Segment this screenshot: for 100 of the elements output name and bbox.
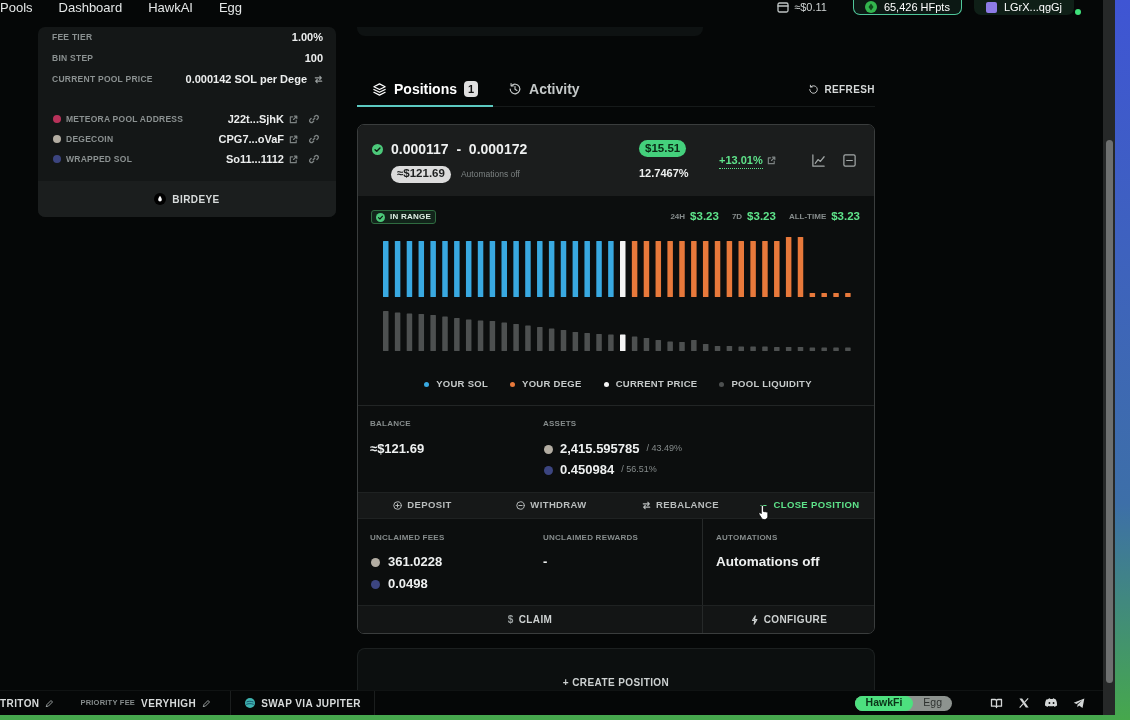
dollar-icon: $ <box>507 612 514 627</box>
action-button[interactable]: DEPOSIT <box>358 493 487 518</box>
earnings-label: 7D <box>731 211 743 223</box>
balance-value: ≈$121.69 <box>370 440 426 458</box>
minus-square-icon[interactable] <box>842 153 857 168</box>
refresh-button[interactable]: REFRESH <box>808 73 875 106</box>
earnings-value: $3.23 <box>831 209 860 225</box>
address-value: J22t...SjhK <box>227 111 284 127</box>
planet-icon <box>245 698 256 708</box>
mode-option[interactable]: Egg <box>913 695 952 711</box>
nav-link[interactable]: Dashboard <box>58 0 123 15</box>
price-range: 0.000117 - 0.000172 <box>391 139 528 159</box>
field-value: 1.00% <box>291 30 323 46</box>
coin-icon <box>864 1 877 13</box>
section-label: ASSETS <box>543 419 578 429</box>
current-price-bar <box>620 334 626 351</box>
earnings-value: $3.23 <box>690 209 719 225</box>
link-icon[interactable] <box>309 134 319 144</box>
create-position-button[interactable]: + CREATE POSITION <box>357 648 875 690</box>
points-badge[interactable]: 65,426 HFpts <box>852 0 962 15</box>
game-controller-icon[interactable] <box>1045 697 1058 709</box>
legend-label: CURRENT PRICE <box>615 376 698 391</box>
section-label: UNCLAIMED REWARDS <box>543 533 640 543</box>
pencil-icon[interactable] <box>202 698 212 708</box>
drop-icon <box>154 193 167 205</box>
section-label: AUTOMATIONS <box>716 533 779 543</box>
asset-amount: 2,415.595785 <box>560 440 640 459</box>
stack-icon <box>372 81 387 97</box>
paper-plane-icon[interactable] <box>1073 697 1085 709</box>
field-label: DEGECOIN <box>66 132 114 146</box>
field-label: METEORA POOL ADDRESS <box>66 112 184 126</box>
current-price-bar <box>620 241 626 297</box>
field-label: WRAPPED SOL <box>66 152 133 166</box>
refresh-icon <box>808 84 820 95</box>
wallet-button[interactable]: LGrX...qgGj <box>973 0 1074 15</box>
x-logo-icon[interactable] <box>1018 697 1030 709</box>
external-link-icon[interactable] <box>289 114 298 124</box>
earnings-label: ALL-TIME <box>788 211 827 223</box>
hand-cursor-icon <box>758 504 770 521</box>
asset-amount: 0.450984 <box>560 461 615 480</box>
nav-link[interactable]: Pools <box>0 0 33 15</box>
link-icon[interactable] <box>309 154 319 164</box>
tab[interactable]: Positions 1 <box>357 73 493 107</box>
swap-arrows-icon <box>641 501 651 510</box>
legend-label: POOL LIQUIDITY <box>731 376 812 391</box>
birdeye-button[interactable]: BIRDEYE <box>38 181 336 217</box>
priority-fee-value: VERYHIGH <box>141 696 197 711</box>
link-icon[interactable] <box>309 114 319 124</box>
check-circle-icon <box>376 212 385 222</box>
section-label: UNCLAIMED FEES <box>370 533 446 543</box>
plus-circle-icon <box>393 501 403 510</box>
nav-link[interactable]: Egg <box>218 0 243 15</box>
configure-button[interactable]: CONFIGURE <box>702 606 874 633</box>
field-label: FEE TIER <box>52 31 93 44</box>
apr-value: 12.7467% <box>639 165 689 181</box>
pnl-link[interactable]: +13.01% <box>719 151 763 170</box>
external-link-icon[interactable] <box>289 154 298 164</box>
nav-link[interactable]: HawkAI <box>148 0 193 15</box>
field-label: CURRENT POOL PRICE <box>52 73 153 86</box>
bolt-icon <box>749 614 759 625</box>
swap-button[interactable]: SWAP VIA JUPITER <box>245 695 361 711</box>
history-icon <box>508 82 522 96</box>
automations-value: Automations off <box>716 554 821 570</box>
scrollbar-thumb[interactable] <box>1105 140 1113 683</box>
earned-badge: $15.51 <box>639 139 687 157</box>
book-icon[interactable] <box>990 696 1003 710</box>
value-pill: ≈$121.69 <box>391 165 451 183</box>
field-value: 0.000142 SOL per Dege <box>185 72 307 88</box>
legend-label: YOUR DEGE <box>522 376 582 391</box>
pencil-icon[interactable] <box>45 698 55 708</box>
wallet-icon <box>777 2 790 13</box>
count-badge: 1 <box>464 81 478 97</box>
field-label: BIN STEP <box>52 52 94 65</box>
address-value: So11...1112 <box>225 151 284 167</box>
rewards-value: - <box>543 554 549 570</box>
rpc-name: TRITON <box>0 696 40 711</box>
fee-amount: 0.0498 <box>388 575 428 594</box>
external-link-icon[interactable] <box>766 156 776 165</box>
legend-label: YOUR SOL <box>436 376 489 391</box>
asset-share: / 56.51% <box>621 463 657 477</box>
fee-amount: 361.0228 <box>388 553 443 572</box>
line-chart-icon[interactable] <box>811 153 826 168</box>
field-value: 100 <box>304 51 323 67</box>
mode-option[interactable]: HawkFi <box>854 695 914 711</box>
swap-arrows-icon[interactable] <box>314 75 323 84</box>
automation-status: Automations off <box>460 167 520 181</box>
minus-circle-icon <box>516 501 526 510</box>
section-label: BALANCE <box>370 419 412 429</box>
action-button[interactable]: WITHDRAW <box>487 493 616 518</box>
earnings-value: $3.23 <box>747 209 776 225</box>
action-button[interactable]: CLOSE POSITION <box>745 493 874 518</box>
address-value: CPG7...oVaF <box>218 131 284 147</box>
range-status-badge: IN RANGE <box>371 210 437 224</box>
claim-button[interactable]: $ CLAIM <box>358 606 702 633</box>
action-button[interactable]: REBALANCE <box>616 493 745 518</box>
external-link-icon[interactable] <box>289 134 298 144</box>
asset-share: / 43.49% <box>646 442 683 456</box>
tab[interactable]: Activity <box>493 73 595 107</box>
earnings-label: 24H <box>670 211 686 223</box>
wallet-balance: ≈$0.11 <box>794 0 827 16</box>
